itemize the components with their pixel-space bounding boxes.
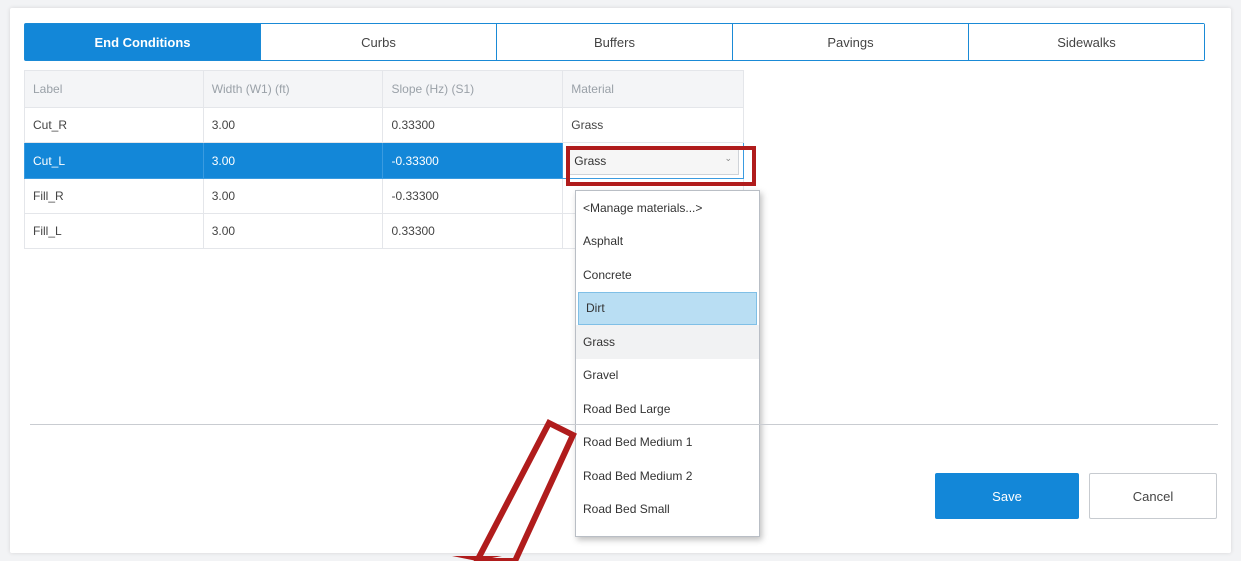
dropdown-option-road-bed-large[interactable]: Road Bed Large <box>576 392 759 426</box>
table-row[interactable]: Cut_R 3.00 0.33300 Grass <box>24 107 744 143</box>
cell-label[interactable]: Cut_L <box>24 142 204 179</box>
dropdown-option-grass[interactable]: Grass <box>576 325 759 359</box>
dropdown-option-concrete[interactable]: Concrete <box>576 258 759 292</box>
cell-label[interactable]: Fill_R <box>24 178 204 214</box>
cell-slope[interactable]: -0.33300 <box>382 142 564 179</box>
material-select[interactable]: Grass ⌄ <box>567 146 739 175</box>
cell-slope[interactable]: 0.33300 <box>382 213 564 249</box>
footer-divider <box>30 424 1218 425</box>
table-header-row: Label Width (W1) (ft) Slope (Hz) (S1) Ma… <box>24 70 744 108</box>
cell-label[interactable]: Fill_L <box>24 213 204 249</box>
chevron-down-icon[interactable]: ⌄ <box>724 153 732 164</box>
column-header-slope[interactable]: Slope (Hz) (S1) <box>382 70 564 108</box>
tab-sidewalks[interactable]: Sidewalks <box>969 24 1204 60</box>
tab-buffers[interactable]: Buffers <box>497 24 733 60</box>
cancel-button[interactable]: Cancel <box>1089 473 1217 519</box>
cell-width[interactable]: 3.00 <box>202 107 384 143</box>
column-header-label[interactable]: Label <box>24 70 204 108</box>
table-row-selected[interactable]: Cut_L 3.00 -0.33300 Grass ⌄ <box>24 142 744 179</box>
tab-end-conditions[interactable]: End Conditions <box>25 24 261 60</box>
cell-width[interactable]: 3.00 <box>202 213 384 249</box>
cell-material[interactable]: Grass <box>562 107 744 143</box>
dropdown-option-gravel[interactable]: Gravel <box>576 359 759 393</box>
save-button[interactable]: Save <box>935 473 1079 519</box>
cell-slope[interactable]: -0.33300 <box>382 178 564 214</box>
dropdown-option-manage-materials[interactable]: <Manage materials...> <box>576 191 759 225</box>
cell-width[interactable]: 3.00 <box>202 178 384 214</box>
cell-slope[interactable]: 0.33300 <box>382 107 564 143</box>
dropdown-option-asphalt[interactable]: Asphalt <box>576 225 759 259</box>
column-header-material[interactable]: Material <box>562 70 744 108</box>
dropdown-option-road-bed-medium-2[interactable]: Road Bed Medium 2 <box>576 459 759 493</box>
dropdown-option-dirt[interactable]: Dirt <box>578 291 757 325</box>
cell-width[interactable]: 3.00 <box>202 142 384 179</box>
tab-curbs[interactable]: Curbs <box>261 24 497 60</box>
column-header-width[interactable]: Width (W1) (ft) <box>202 70 384 108</box>
dropdown-option-road-bed-medium-1[interactable]: Road Bed Medium 1 <box>576 426 759 460</box>
cell-material[interactable]: Grass ⌄ <box>562 142 744 179</box>
material-select-value: Grass <box>574 153 607 168</box>
cell-label[interactable]: Cut_R <box>24 107 204 143</box>
dropdown-option-road-bed-small[interactable]: Road Bed Small <box>576 493 759 527</box>
tab-bar: End Conditions Curbs Buffers Pavings Sid… <box>24 23 1205 61</box>
tab-pavings[interactable]: Pavings <box>733 24 969 60</box>
material-dropdown-list[interactable]: <Manage materials...> Asphalt Concrete D… <box>575 190 760 537</box>
